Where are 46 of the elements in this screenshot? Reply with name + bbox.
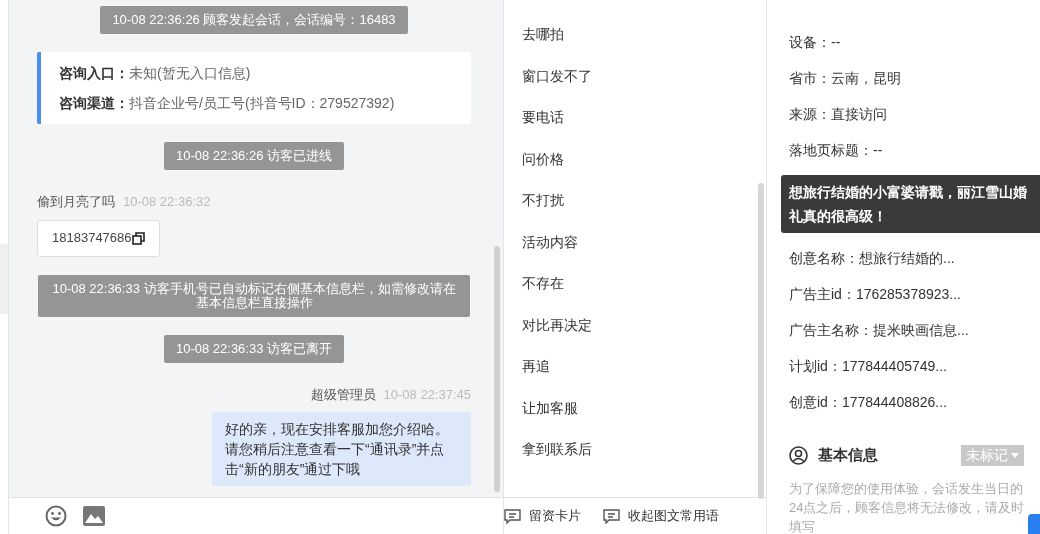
tooltip: 想旅行结婚的小富婆请戳，丽江雪山婚礼真的很高级！ xyxy=(781,175,1040,233)
phrase-item[interactable]: 活动内容 xyxy=(522,231,578,273)
scrollbar[interactable] xyxy=(494,246,500,492)
phrase-item[interactable]: 不存在 xyxy=(522,273,564,315)
system-message: 10-08 22:36:33 访客已离开 xyxy=(163,334,345,363)
message-icon xyxy=(603,508,620,524)
info-field: 设备：-- xyxy=(789,31,841,53)
section-title: 基本信息 xyxy=(818,445,878,465)
copy-icon[interactable] xyxy=(131,231,145,245)
info-field: 来源：直接访问 xyxy=(789,103,887,125)
phrase-item[interactable]: 再追 xyxy=(522,356,550,398)
message-time: 10-08 22:36:32 xyxy=(123,193,211,211)
phrase-item[interactable]: 要电话 xyxy=(522,107,564,149)
info-field: 省市：云南，昆明 xyxy=(789,67,901,89)
phrase-item[interactable]: 问价格 xyxy=(522,148,564,190)
phrase-item[interactable]: 去哪拍 xyxy=(522,24,564,66)
info-field: 创意id：177844408826... xyxy=(789,391,947,413)
info-line: 咨询渠道：抖音企业号/员工号(抖音号ID：279527392) xyxy=(59,95,395,111)
info-field: 广告主名称：提米映画信息... xyxy=(789,319,969,341)
info-line: 咨询入口：未知(暂无入口信息) xyxy=(59,65,251,81)
info-field: 计划id：177844405749... xyxy=(789,355,947,377)
caret-icon xyxy=(1011,452,1019,458)
system-message: 10-08 22:36:26 访客已进线 xyxy=(163,142,345,170)
phrase-item[interactable]: 让加客服 xyxy=(522,397,578,439)
sender-name: 偷到月亮了吗 xyxy=(37,193,115,211)
system-message: 10-08 22:36:33 访客手机号已自动标记右侧基本信息栏，如需修改请在基本信息栏直接操作 xyxy=(38,274,470,317)
message-text: 18183747686 xyxy=(52,229,132,248)
system-message: 10-08 22:36:26 顾客发起会话，会话编号：16483 xyxy=(100,6,408,34)
phrase-item[interactable]: 对比再决定 xyxy=(522,314,592,356)
notice-text: 为了保障您的使用体验，会话发生当日的24点之后，顾客信息将无法修改，请及时填写 xyxy=(789,479,1026,534)
phrase-item[interactable]: 窗口发不了 xyxy=(522,65,592,107)
user-icon xyxy=(789,445,808,465)
message-bubble: 好的亲，现在安排客服加您介绍哈。请您稍后注意查看一下“通讯录”并点击“新的朋友”通过下哦 xyxy=(212,412,471,486)
phrase-item[interactable]: 拿到联系后 xyxy=(522,439,592,481)
message-time: 10-08 22:37:45 xyxy=(383,385,471,404)
info-field: 广告主id：176285378923... xyxy=(789,283,961,305)
emoji-icon[interactable] xyxy=(45,505,67,527)
phrase-action[interactable]: 留资卡片 xyxy=(504,506,581,526)
image-icon[interactable] xyxy=(83,506,105,526)
phrase-action[interactable]: 收起图文常用语 xyxy=(603,506,719,526)
message-icon xyxy=(504,508,521,524)
sender-name: 超级管理员 xyxy=(310,385,376,404)
info-field: 落地页标题：-- xyxy=(789,139,883,161)
info-field: 创意名称：想旅行结婚的... xyxy=(789,247,955,269)
scrollbar[interactable] xyxy=(758,183,764,499)
phrase-item[interactable]: 不打扰 xyxy=(522,190,564,232)
